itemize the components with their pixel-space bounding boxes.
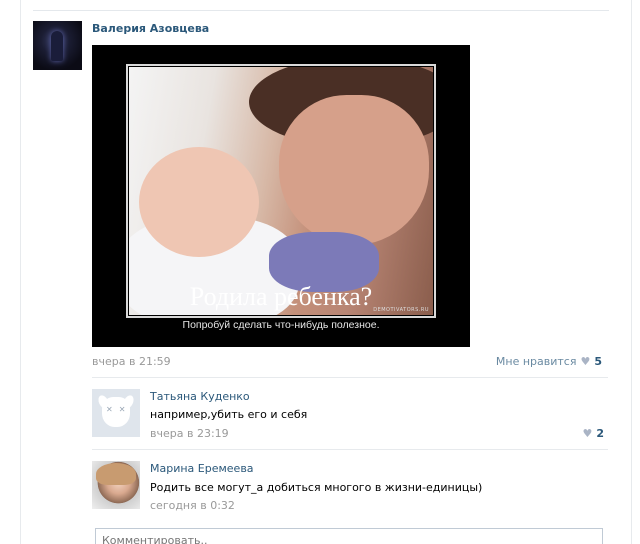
heart-icon: ♥: [580, 355, 591, 368]
comment-input[interactable]: Комментировать..: [95, 528, 603, 544]
avatar-figure: [51, 31, 63, 61]
avatar-hair: [96, 463, 136, 485]
poster-frame: DEMOTIVATORS.RU: [126, 64, 436, 318]
poster-photo: DEMOTIVATORS.RU: [129, 67, 433, 315]
top-divider: [33, 10, 609, 11]
author-avatar[interactable]: [33, 21, 82, 70]
like-label: Мне нравится: [495, 355, 577, 368]
photo-mother-face: [279, 95, 429, 245]
comment-author-link[interactable]: Татьяна Куденко: [150, 390, 250, 403]
post-image[interactable]: DEMOTIVATORS.RU Родила ребенка? Попробуй…: [92, 45, 470, 347]
comment-divider: [92, 449, 608, 450]
poster-headline: Родила ребенка?: [189, 282, 373, 311]
comment-timestamp[interactable]: вчера в 23:19: [150, 427, 229, 440]
comment-like-button[interactable]: ♥ 2: [582, 427, 604, 440]
post-timestamp[interactable]: вчера в 21:59: [92, 355, 171, 368]
comment-avatar[interactable]: [92, 461, 140, 509]
poster-subline: Попробуй сделать что-нибудь полезное.: [182, 319, 380, 331]
comment-author-link[interactable]: Марина Еремеева: [150, 462, 254, 475]
post-author-link[interactable]: Валерия Азовцева: [92, 22, 209, 35]
heart-icon: ♥: [582, 427, 593, 440]
comment-text: например,убить его и себя: [150, 408, 308, 421]
comment-avatar[interactable]: ✕✕: [92, 389, 140, 437]
photo-baby-face: [139, 147, 259, 257]
dog-eyes: ✕✕: [106, 405, 132, 414]
comment-text: Родить все могут_а добиться многого в жи…: [150, 481, 483, 494]
like-count: 5: [594, 355, 602, 368]
comment-like-count: 2: [596, 427, 604, 440]
post-like-button[interactable]: Мне нравится ♥ 5: [496, 355, 602, 368]
comment-timestamp[interactable]: сегодня в 0:32: [150, 499, 235, 512]
comments-divider: [92, 377, 608, 378]
